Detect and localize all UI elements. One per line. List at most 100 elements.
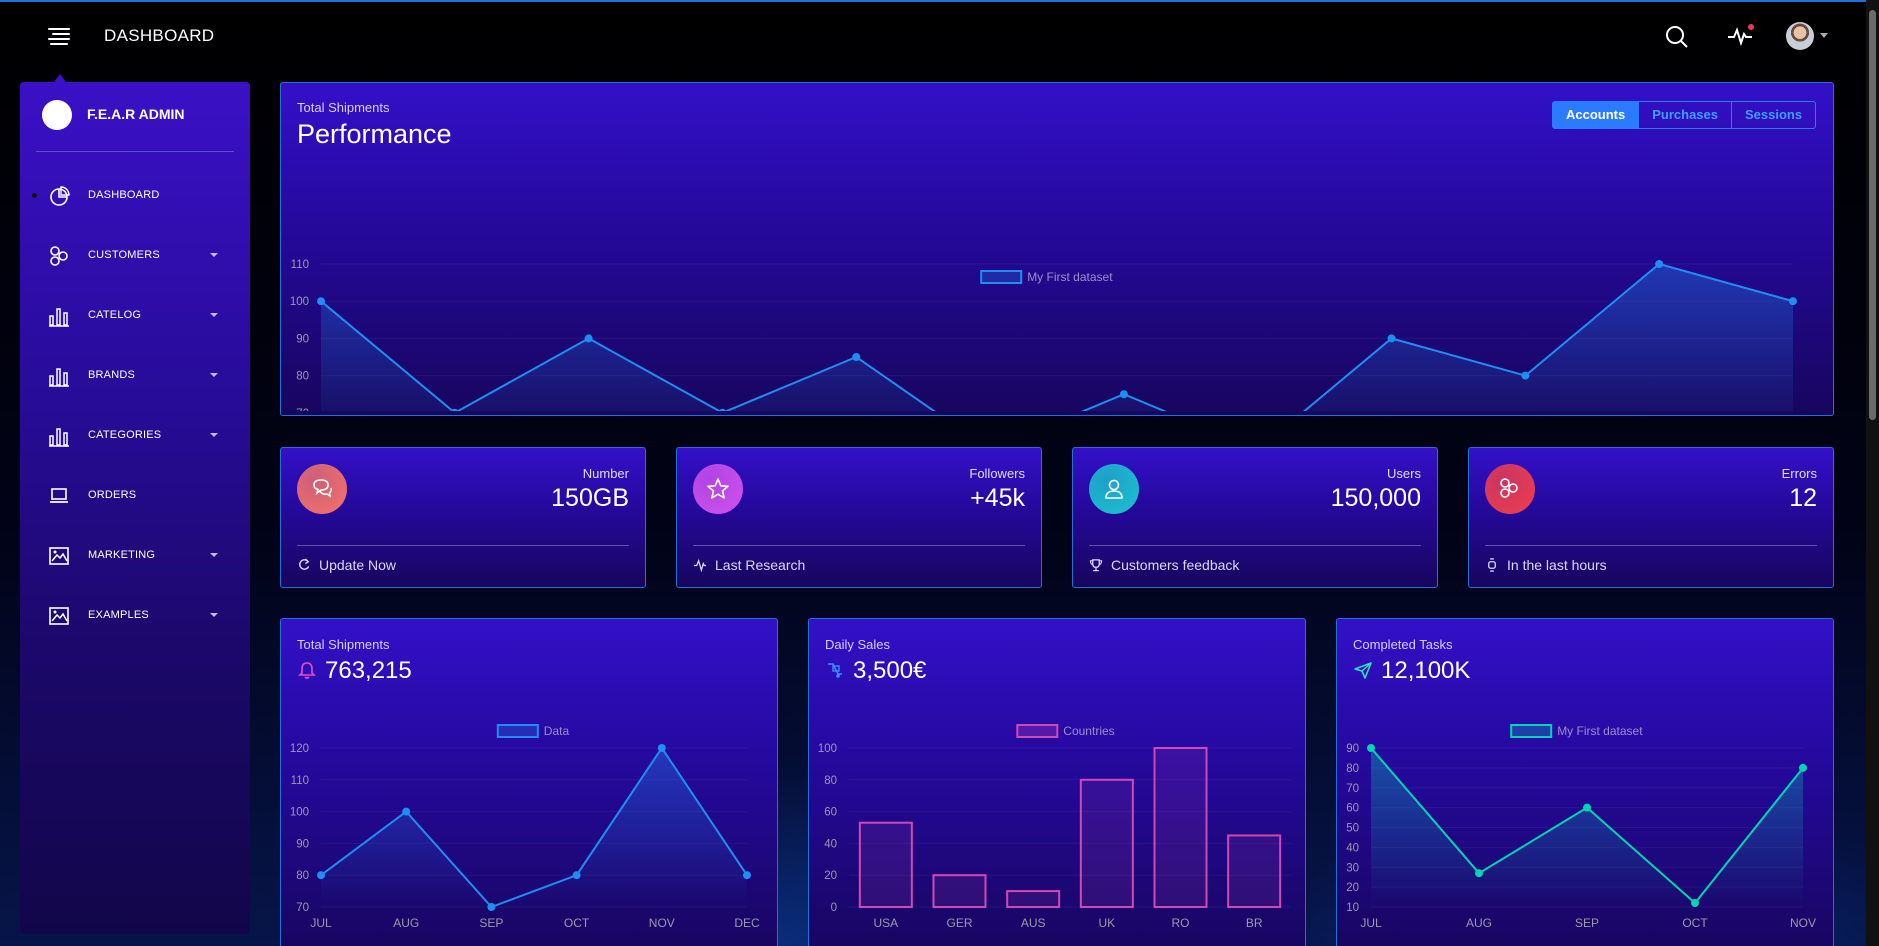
data-point [1521, 371, 1530, 380]
chevron-down-icon[interactable] [210, 553, 218, 557]
daily-sales-card: Daily Sales 3,500€ Countries 0 20 40 60 80 100… [808, 618, 1306, 946]
stat-footer-text: In the last hours [1507, 557, 1607, 573]
sidebar-divider [36, 151, 234, 152]
stat-divider [297, 545, 629, 546]
data-point [657, 744, 666, 752]
stat-label: Users [1387, 466, 1421, 481]
y-tick-label: 70 [296, 902, 309, 914]
brand-name[interactable]: F.E.A.R ADMIN [87, 106, 184, 122]
stat-value: 150GB [551, 484, 629, 512]
stat-label: Errors [1781, 466, 1817, 481]
chat-bubbles-icon [313, 479, 333, 498]
data-point [718, 408, 727, 411]
chevron-down-icon[interactable] [210, 313, 218, 317]
bar [1006, 890, 1061, 909]
stat-card-users: Users 150,000 Customers feedback [1072, 447, 1438, 588]
brand-logo[interactable] [42, 100, 72, 130]
delivery-icon [828, 663, 842, 678]
y-tick-label: 30 [1346, 862, 1359, 874]
sidebar-item-examples[interactable]: EXAMPLES [20, 595, 250, 635]
page-scrollbar[interactable] [1866, 0, 1879, 946]
image-icon [49, 607, 69, 625]
legend-swatch [1016, 724, 1059, 738]
legend-label: Countries [1063, 724, 1114, 738]
navbar: DASHBOARD [0, 2, 1866, 68]
y-tick-label: 100 [818, 743, 837, 755]
stat-footer-text: Update Now [319, 557, 397, 573]
card-value: 12,100K [1353, 657, 1470, 685]
card-value-text: 763,215 [325, 657, 412, 684]
y-tick-label: 0 [831, 902, 837, 914]
card-value-text: 3,500€ [853, 657, 927, 684]
search-icon[interactable] [1662, 22, 1690, 50]
performance-chart: My First dataset60708090100110JANFEBMARA… [290, 259, 1797, 411]
bar [858, 821, 913, 908]
data-point [317, 871, 325, 880]
chevron-down-icon[interactable] [210, 373, 218, 377]
stat-footer[interactable]: Last Research [693, 557, 805, 573]
sidebar-item-orders[interactable]: ORDERS [20, 475, 250, 515]
pie-chart-icon [50, 186, 70, 206]
stat-footer[interactable]: Customers feedback [1089, 557, 1239, 573]
sidebar-item-label: BRANDS [88, 369, 136, 381]
scrollbar-thumb[interactable] [1869, 10, 1876, 420]
y-tick-label: 10 [1346, 902, 1359, 914]
sidebar-item-brands[interactable]: BRANDS [20, 355, 250, 395]
y-tick-label: 20 [824, 870, 837, 882]
legend-swatch [496, 724, 539, 738]
chevron-down-icon[interactable] [210, 433, 218, 437]
legend-swatch [1510, 724, 1553, 738]
daily-sales-chart: Countries 0 20 40 60 80 100 USA GER AUS UK RO BR [818, 724, 1291, 930]
y-tick-label: 110 [291, 259, 309, 271]
navbar-title[interactable]: DASHBOARD [104, 26, 214, 46]
bar-chart-icon [49, 368, 69, 387]
sidebar-item-customers[interactable]: CUSTOMERS [20, 235, 250, 275]
avatar-caret-icon[interactable] [1820, 33, 1828, 38]
tab-purchases[interactable]: Purchases [1639, 101, 1732, 129]
y-tick-label: 60 [1346, 803, 1359, 815]
chevron-down-icon[interactable] [210, 253, 218, 257]
bell-icon [298, 662, 316, 679]
data-point [1367, 744, 1375, 752]
y-tick-label: 20 [1346, 882, 1359, 894]
stat-footer[interactable]: In the last hours [1485, 557, 1607, 573]
tab-sessions[interactable]: Sessions [1732, 101, 1817, 129]
tab-accounts[interactable]: Accounts [1552, 101, 1640, 129]
card-value: 763,215 [297, 657, 412, 685]
stat-footer[interactable]: Update Now [297, 557, 396, 573]
x-tick-label: RO [1172, 916, 1190, 930]
sidebar-item-marketing[interactable]: MARKETING [20, 535, 250, 575]
sidebar-item-catelog[interactable]: CATELOG [20, 295, 250, 335]
data-point [402, 807, 411, 816]
stat-divider [1485, 545, 1817, 546]
data-point [1387, 334, 1396, 343]
stat-icon-circle [1485, 464, 1535, 514]
data-point [1691, 899, 1699, 908]
card-subtitle: Daily Sales [825, 637, 891, 652]
image-icon [49, 547, 69, 565]
sidebar-item-label: CUSTOMERS [88, 249, 160, 261]
sidebar-item-categories[interactable]: CATEGORIES [20, 415, 250, 455]
hamburger-menu-icon[interactable] [48, 26, 74, 46]
data-point [584, 334, 593, 343]
stat-value: 150,000 [1330, 484, 1421, 512]
sidebar: F.E.A.R ADMIN DASHBOARD CUSTOMERS CATELOG B… [20, 82, 250, 934]
sidebar-item-label: DASHBOARD [88, 189, 160, 201]
send-icon [1354, 662, 1372, 679]
card-subtitle: Completed Tasks [1353, 637, 1453, 652]
y-tick-label: 90 [296, 838, 309, 850]
sidebar-item-dashboard[interactable]: DASHBOARD [20, 175, 250, 215]
user-avatar[interactable] [1786, 22, 1814, 50]
stat-card-errors: Errors 12 In the last hours [1468, 447, 1834, 588]
activity-icon[interactable] [1726, 22, 1754, 50]
pulse-icon [693, 558, 707, 572]
x-tick-label: JUL [310, 916, 332, 930]
chevron-down-icon[interactable] [210, 613, 218, 617]
y-tick-label: 110 [291, 775, 309, 787]
stat-value: +45k [970, 484, 1025, 512]
molecule-icon [50, 246, 68, 266]
y-tick-label: 60 [824, 807, 837, 819]
data-point [743, 871, 751, 880]
y-tick-label: 90 [296, 333, 309, 345]
stat-footer-text: Last Research [715, 557, 806, 573]
